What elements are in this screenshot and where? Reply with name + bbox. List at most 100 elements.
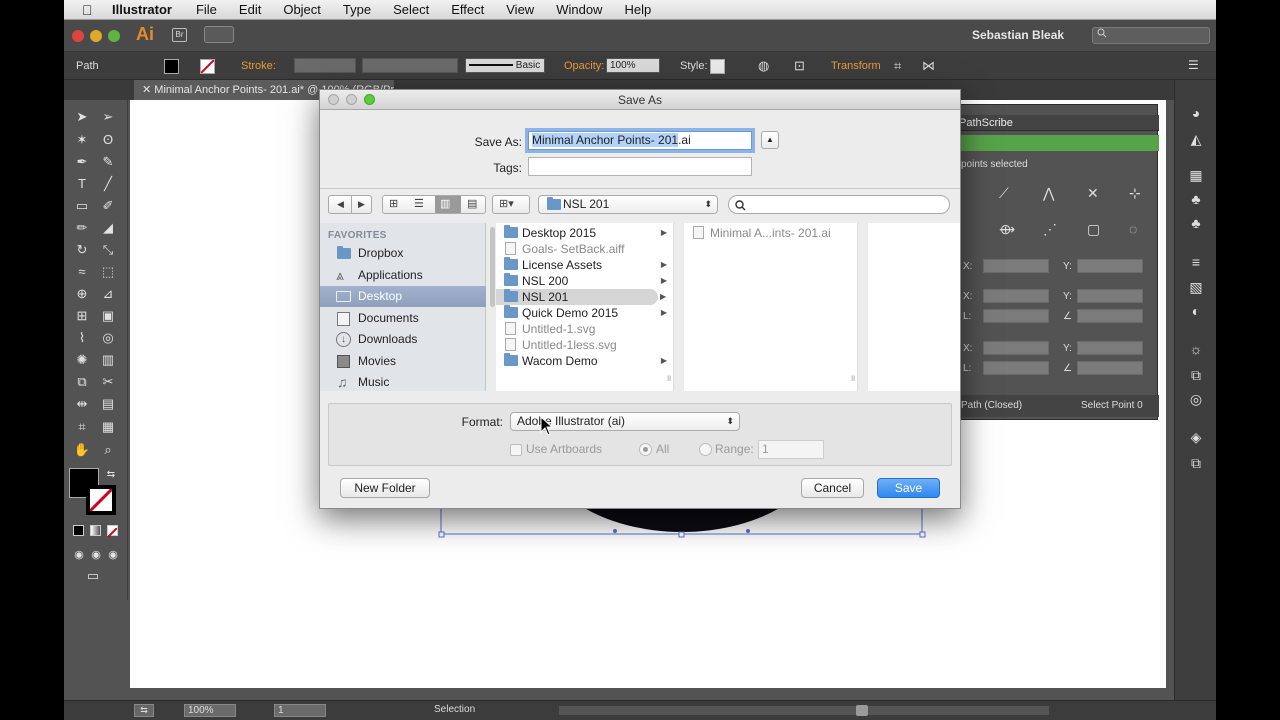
close-window-icon[interactable] (72, 30, 84, 42)
eraser-tool-icon[interactable]: ◢ (99, 219, 117, 237)
recolor-icon[interactable]: ◍ (758, 58, 769, 74)
list-item-goals-setback[interactable]: Goals- SetBack.aiff (496, 241, 673, 257)
layers-panel-icon[interactable]: ◈ (1187, 428, 1205, 446)
menu-app-name[interactable]: Illustrator (112, 2, 172, 17)
handle2-y-field[interactable] (1077, 341, 1143, 355)
scrollbar-thumb[interactable] (856, 705, 868, 716)
draw-behind-icon[interactable]: ◉ (87, 546, 105, 564)
point-symmetric-icon[interactable]: ⊹ (1129, 185, 1141, 202)
menu-file[interactable]: File (196, 2, 217, 17)
color-guide-icon[interactable]: ◭ (1187, 130, 1205, 148)
range-input[interactable]: 1 (758, 440, 824, 459)
artboard-nav-tool-icon[interactable]: ⌗ (73, 418, 91, 436)
rotate-tool-icon[interactable]: ↻ (73, 241, 91, 259)
all-radio[interactable] (639, 443, 652, 456)
back-arrow-icon[interactable]: ◀ (337, 199, 344, 210)
sidebar-scrollbar[interactable] (490, 227, 495, 307)
artboards-panel-icon[interactable]: ⧉ (1187, 454, 1205, 472)
remove-points-icon[interactable]: ⋰ (1043, 221, 1057, 238)
graph-tool-icon[interactable]: ▥ (99, 351, 117, 369)
arrange-button[interactable]: ⊞▾ (492, 195, 530, 214)
handle1-y-field[interactable] (1077, 289, 1143, 303)
coverflow-view-icon[interactable]: ▤ (467, 197, 477, 210)
close-path-icon[interactable]: ▢ (1087, 221, 1100, 238)
graphic-style-swatch[interactable] (710, 59, 725, 74)
sidebar-item-movies[interactable]: Movies (320, 351, 486, 372)
align-icon[interactable]: ⊡ (794, 58, 805, 74)
sidebar-item-dropbox[interactable]: Dropbox (320, 243, 486, 264)
type-tool-icon[interactable]: T (73, 175, 91, 193)
none-mode-icon[interactable] (107, 525, 118, 538)
pathscribe-panel-icon[interactable]: ◎ (1187, 390, 1205, 408)
hand-tool-icon[interactable]: ✋ (73, 441, 91, 459)
stroke-label[interactable]: Stroke: (241, 60, 276, 72)
icon-view-icon[interactable]: ⊞ (389, 197, 398, 210)
list-item-nsl-200[interactable]: NSL 200 ▶ (496, 273, 673, 289)
user-name[interactable]: Sebastian Bleak (972, 28, 1064, 42)
current-tool-label[interactable]: Selection (434, 704, 475, 715)
smart-remove-icon[interactable]: ◌ (1129, 221, 1137, 237)
list-item-minimal-anchor-points[interactable]: Minimal A...ints- 201.ai (684, 225, 857, 241)
color-mode-icon[interactable] (73, 525, 84, 536)
shape-builder-tool-icon[interactable]: ⊕ (73, 285, 91, 303)
isolate-icon[interactable]: ⌗ (894, 58, 901, 74)
column-resize-handle[interactable]: ॥ (850, 371, 855, 384)
color-panel-icon[interactable]: ◕ (1187, 104, 1205, 122)
symbol-sprayer-tool-icon[interactable]: ✺ (73, 351, 91, 369)
magic-wand-tool-icon[interactable]: ✶ (73, 131, 91, 149)
save-as-filename-input[interactable]: Minimal Anchor Points- 201.ai (528, 131, 752, 150)
symbols-panel-icon[interactable]: ♣ (1187, 214, 1205, 232)
artboard-number-field[interactable]: 1 (274, 704, 326, 717)
graphic-styles-icon[interactable]: ⧉ (1187, 366, 1205, 384)
warp-tool-icon[interactable]: ≈ (73, 263, 91, 281)
draw-inside-icon[interactable]: ◉ (104, 546, 122, 564)
pencil-tool-icon[interactable]: ✏ (73, 219, 91, 237)
list-item-nsl-201[interactable]: NSL 201 (496, 289, 658, 305)
line-tool-icon[interactable]: ╱ (99, 175, 117, 193)
range-radio[interactable] (699, 443, 712, 456)
point-cusp-icon[interactable]: ⋀ (1043, 185, 1054, 202)
list-item-untitled-1less[interactable]: Untitled-1less.svg (496, 337, 673, 353)
brush-definition[interactable]: Basic (465, 58, 545, 73)
handle2-x-field[interactable] (983, 341, 1049, 355)
swap-colors-icon[interactable]: ⇆ (102, 466, 120, 484)
menu-effect[interactable]: Effect (451, 2, 484, 17)
bridge-button[interactable]: Br (172, 28, 187, 42)
handle1-angle-field[interactable] (1077, 309, 1143, 323)
paintbrush-tool-icon[interactable]: ✐ (99, 197, 117, 215)
sidebar-item-music[interactable]: ♫ Music (320, 372, 486, 393)
sidebar-item-applications[interactable]: ⩓ Applications (320, 265, 486, 286)
slice-tool-icon[interactable]: ✂ (99, 373, 117, 391)
apple-icon[interactable]:  (82, 3, 94, 17)
direct-selection-tool-icon[interactable]: ➢ (99, 108, 117, 126)
eyedropper-tool-icon[interactable]: ⌇ (73, 329, 91, 347)
menu-view[interactable]: View (506, 2, 534, 17)
search-field[interactable] (728, 195, 950, 214)
lasso-tool-icon[interactable]: ʘ (99, 131, 117, 149)
cancel-button[interactable]: Cancel (801, 478, 864, 498)
dialog-minimize-icon[interactable] (346, 94, 357, 105)
artboard-tool-icon[interactable]: ⧉ (73, 373, 91, 391)
list-item-untitled-1[interactable]: Untitled-1.svg (496, 321, 673, 337)
fill-swatch[interactable] (164, 59, 179, 74)
panel-menu-icon[interactable]: ⋈ (922, 58, 935, 74)
dialog-close-icon[interactable] (328, 94, 339, 105)
curvature-tool-icon[interactable]: ✎ (99, 153, 117, 171)
sidebar-item-documents[interactable]: Documents (320, 308, 486, 329)
minimize-window-icon[interactable] (90, 30, 102, 42)
transform-link[interactable]: Transform (831, 60, 881, 72)
print-tiling-tool-icon[interactable]: ▦ (99, 418, 117, 436)
zoom-window-icon[interactable] (108, 30, 120, 42)
dialog-zoom-icon[interactable] (364, 94, 375, 105)
pen-tool-icon[interactable]: ✒ (73, 153, 91, 171)
save-button[interactable]: Save (877, 478, 940, 498)
width-tool-icon[interactable]: ⇹ (73, 395, 91, 413)
list-item-quick-demo-2015[interactable]: Quick Demo 2015 ▶ (496, 305, 673, 321)
list-item-wacom-demo[interactable]: Wacom Demo ▶ (496, 353, 673, 369)
arrange-documents-button[interactable] (204, 26, 234, 43)
artboard-nav-icon[interactable]: ⇆ (134, 704, 154, 717)
handle-bottom-middle[interactable] (678, 531, 685, 538)
anchor-y-field[interactable] (1077, 259, 1143, 273)
tags-input[interactable] (528, 157, 752, 176)
blend-tool-icon[interactable]: ◎ (99, 329, 117, 347)
